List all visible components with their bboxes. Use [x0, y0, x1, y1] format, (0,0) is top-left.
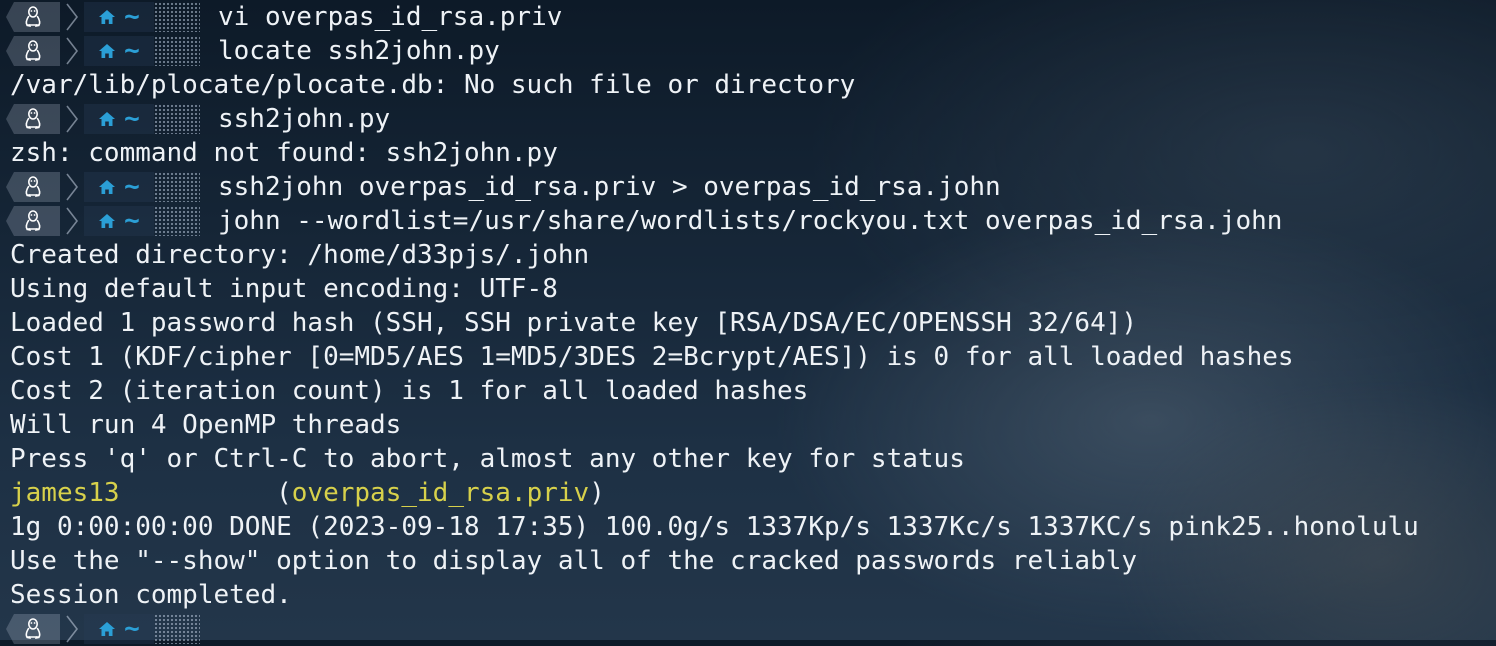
home-icon [98, 621, 116, 637]
command-text: ssh2john overpas_id_rsa.priv > overpas_i… [218, 172, 1001, 202]
output-line: Cost 2 (iteration count) is 1 for all lo… [10, 376, 809, 406]
paren-close: ) [589, 478, 605, 508]
current-directory: ~ [84, 104, 154, 134]
tux-icon [6, 206, 60, 236]
current-directory: ~ [84, 36, 154, 66]
output-line: Cost 1 (KDF/cipher [0=MD5/AES 1=MD5/3DES… [10, 342, 1294, 372]
prompt-divider [154, 172, 200, 202]
output-line: Session completed. [10, 580, 292, 610]
chevron-right-icon [60, 2, 84, 32]
output-line: Press 'q' or Ctrl-C to abort, almost any… [10, 444, 965, 474]
prompt: ~ [6, 172, 200, 202]
output-line: zsh: command not found: ssh2john.py [10, 138, 558, 168]
prompt-divider [154, 104, 200, 134]
current-directory: ~ [84, 2, 154, 32]
directory-symbol: ~ [124, 614, 140, 644]
home-icon [98, 179, 116, 195]
directory-symbol: ~ [124, 172, 140, 202]
command-text: locate ssh2john.py [218, 36, 500, 66]
directory-symbol: ~ [124, 206, 140, 236]
command-text: john --wordlist=/usr/share/wordlists/roc… [218, 206, 1283, 236]
prompt: ~ [6, 2, 200, 32]
tux-icon [6, 36, 60, 66]
output-line: Will run 4 OpenMP threads [10, 410, 402, 440]
prompt-divider [154, 2, 200, 32]
chevron-right-icon [60, 104, 84, 134]
output-line: 1g 0:00:00:00 DONE (2023-09-18 17:35) 10… [10, 512, 1419, 542]
command-text: vi overpas_id_rsa.priv [218, 2, 563, 32]
tux-icon [6, 104, 60, 134]
prompt-line: ~ ssh2john.py [0, 102, 390, 136]
prompt-line: ~ [0, 612, 218, 646]
paren-open: ( [276, 478, 292, 508]
current-directory: ~ [84, 206, 154, 236]
chevron-right-icon [60, 172, 84, 202]
chevron-right-icon [60, 206, 84, 236]
tux-icon [6, 172, 60, 202]
home-icon [98, 9, 116, 25]
output-line: /var/lib/plocate/plocate.db: No such fil… [10, 70, 856, 100]
home-icon [98, 111, 116, 127]
output-line: Created directory: /home/d33pjs/.john [10, 240, 590, 270]
prompt-line: ~ john --wordlist=/usr/share/wordlists/ro… [0, 204, 1282, 238]
output-line: Using default input encoding: UTF-8 [10, 274, 558, 304]
tux-icon [6, 2, 60, 32]
cracked-password-line: james13 (overpas_id_rsa.priv) [0, 476, 605, 510]
chevron-right-icon [60, 36, 84, 66]
prompt: ~ [6, 36, 200, 66]
cracked-password: james13 [10, 478, 120, 508]
prompt-divider [154, 206, 200, 236]
directory-symbol: ~ [124, 104, 140, 134]
directory-symbol: ~ [124, 2, 140, 32]
directory-symbol: ~ [124, 36, 140, 66]
output-line: Loaded 1 password hash (SSH, SSH private… [10, 308, 1138, 338]
terminal-window[interactable]: ~ vi overpas_id_rsa.priv ~ locate ssh2john.… [0, 0, 1496, 644]
prompt-divider [154, 36, 200, 66]
home-icon [98, 43, 116, 59]
prompt-line: ~ ssh2john overpas_id_rsa.priv > overpas_… [0, 170, 1001, 204]
home-icon [98, 213, 116, 229]
prompt-line: ~ vi overpas_id_rsa.priv [0, 0, 562, 34]
prompt: ~ [6, 206, 200, 236]
prompt-line: ~ locate ssh2john.py [0, 34, 500, 68]
prompt: ~ [6, 104, 200, 134]
command-text: ssh2john.py [218, 104, 391, 134]
cracked-file: overpas_id_rsa.priv [291, 478, 590, 508]
output-line: Use the "--show" option to display all o… [10, 546, 1138, 576]
current-directory: ~ [84, 172, 154, 202]
